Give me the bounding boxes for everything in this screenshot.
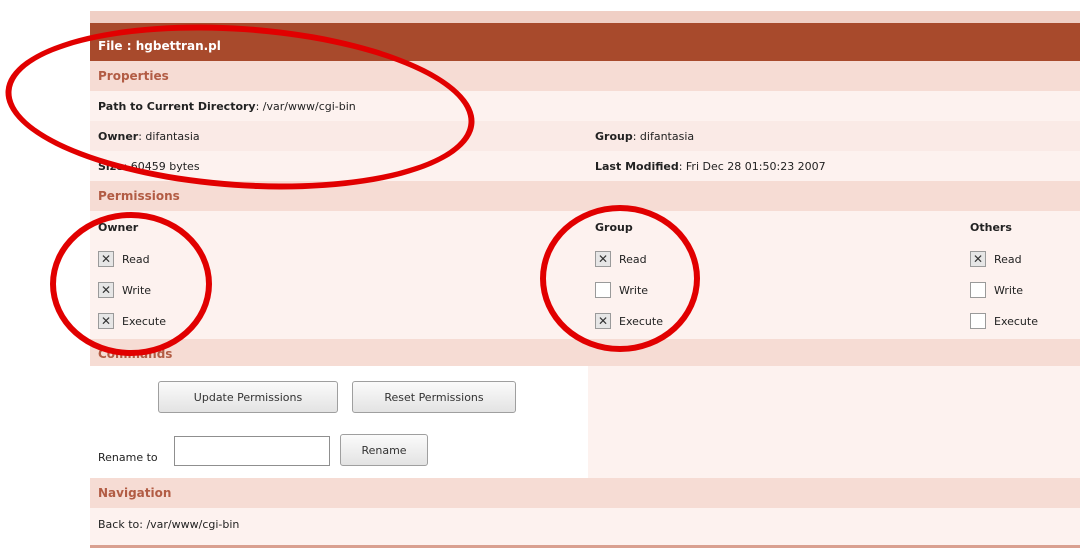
size-label: Size: [98, 160, 124, 173]
update-permissions-button[interactable]: Update Permissions: [158, 381, 338, 413]
permissions-grid: Owner ✕ Read ✕ Write ✕ Execute Group ✕ R…: [90, 211, 1080, 346]
commands-right-fill: [588, 366, 1080, 478]
group-write-label: Write: [619, 283, 649, 297]
modified-label: Last Modified: [595, 160, 679, 173]
file-title: File : hgbettran.pl: [98, 39, 221, 53]
owner-value: : difantasia: [138, 130, 200, 143]
owner-read-checkbox[interactable]: ✕: [98, 251, 114, 267]
group-read-option[interactable]: ✕ Read: [595, 251, 647, 267]
owner-read-label: Read: [122, 252, 150, 266]
owner-execute-option[interactable]: ✕ Execute: [98, 313, 166, 329]
properties-section-header: Properties: [90, 61, 1080, 91]
owner-group-row: Owner: difantasia Group: difantasia: [90, 121, 1080, 151]
group-execute-option[interactable]: ✕ Execute: [595, 313, 663, 329]
others-write-option[interactable]: Write: [970, 282, 1023, 298]
back-to-link[interactable]: Back to: /var/www/cgi-bin: [98, 518, 239, 531]
others-read-checkbox[interactable]: ✕: [970, 251, 986, 267]
group-execute-checkbox[interactable]: ✕: [595, 313, 611, 329]
rename-input[interactable]: [174, 436, 330, 466]
navigation-heading: Navigation: [98, 486, 172, 500]
others-read-label: Read: [994, 252, 1022, 266]
others-execute-option[interactable]: Execute: [970, 313, 1038, 329]
owner-read-option[interactable]: ✕ Read: [98, 251, 150, 267]
others-write-label: Write: [994, 283, 1024, 297]
rename-button[interactable]: Rename: [340, 434, 428, 466]
group-read-checkbox[interactable]: ✕: [595, 251, 611, 267]
group-execute-label: Execute: [619, 314, 663, 328]
size-modified-row: Size: 60459 bytes Last Modified: Fri Dec…: [90, 151, 1080, 181]
top-strip: [90, 11, 1080, 23]
commands-section-header: Commands: [90, 339, 1080, 367]
path-text: Path to Current Directory: /var/www/cgi-…: [98, 100, 356, 113]
size-value: : 60459 bytes: [123, 160, 200, 173]
group-write-checkbox[interactable]: [595, 282, 611, 298]
permissions-heading: Permissions: [98, 189, 180, 203]
others-write-checkbox[interactable]: [970, 282, 986, 298]
owner-execute-label: Execute: [122, 314, 166, 328]
group-read-label: Read: [619, 252, 647, 266]
owner-text: Owner: difantasia: [98, 130, 200, 143]
rename-label: Rename to: [98, 451, 158, 464]
owner-label: Owner: [98, 130, 139, 143]
permissions-section-header: Permissions: [90, 181, 1080, 211]
reset-permissions-button[interactable]: Reset Permissions: [352, 381, 516, 413]
path-label: Path to Current Directory: [98, 100, 256, 113]
owner-write-label: Write: [122, 283, 152, 297]
modified-value: : Fri Dec 28 01:50:23 2007: [678, 160, 826, 173]
owner-perm-heading: Owner: [98, 221, 139, 234]
size-text: Size: 60459 bytes: [98, 160, 200, 173]
owner-write-option[interactable]: ✕ Write: [98, 282, 151, 298]
group-text: Group: difantasia: [595, 130, 694, 143]
file-properties-panel: File : hgbettran.pl Properties Path to C…: [90, 11, 1080, 548]
commands-heading: Commands: [98, 347, 173, 361]
navigation-section-header: Navigation: [90, 478, 1080, 508]
group-label: Group: [595, 130, 633, 143]
path-value: : /var/www/cgi-bin: [255, 100, 356, 113]
owner-execute-checkbox[interactable]: ✕: [98, 313, 114, 329]
others-execute-checkbox[interactable]: [970, 313, 986, 329]
others-read-option[interactable]: ✕ Read: [970, 251, 1022, 267]
others-perm-heading: Others: [970, 221, 1012, 234]
group-perm-heading: Group: [595, 221, 633, 234]
group-write-option[interactable]: Write: [595, 282, 648, 298]
properties-heading: Properties: [98, 69, 169, 83]
modified-text: Last Modified: Fri Dec 28 01:50:23 2007: [595, 160, 826, 173]
owner-write-checkbox[interactable]: ✕: [98, 282, 114, 298]
others-execute-label: Execute: [994, 314, 1038, 328]
group-value: : difantasia: [632, 130, 695, 143]
path-row: Path to Current Directory: /var/www/cgi-…: [90, 91, 1080, 121]
navigation-row: Back to: /var/www/cgi-bin: [90, 508, 1080, 545]
